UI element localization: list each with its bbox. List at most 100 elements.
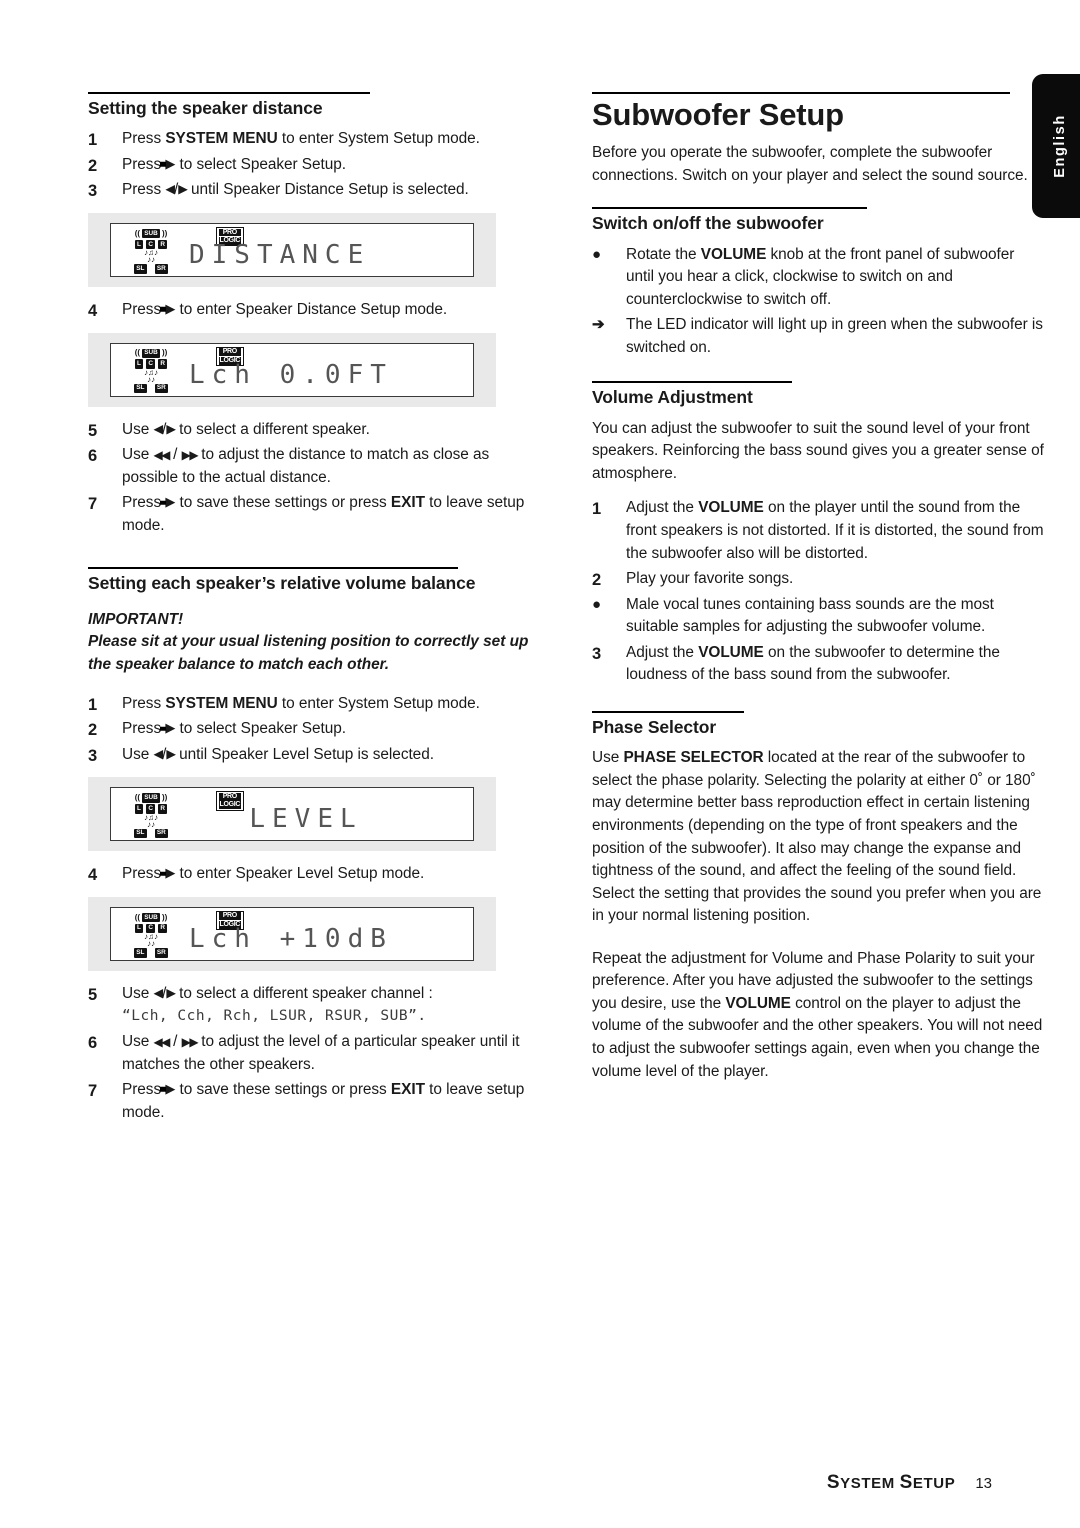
right-arrow-icon <box>178 182 187 196</box>
step-item: 5 Use / to select a different speaker ch… <box>88 983 540 1028</box>
step-item: 2 Press to select Speaker Setup. <box>88 154 540 177</box>
left-arrow-icon <box>165 182 174 196</box>
rewind-icon <box>153 446 168 463</box>
lcd-speaker-icons: (( SUB )) L C R ♪♫♪ ♪♪ SL SR <box>120 348 182 394</box>
play-right-icon <box>165 1078 175 1101</box>
arrow-item-text: The LED indicator will light up in green… <box>626 316 1043 356</box>
step-number: 3 <box>592 644 602 663</box>
sub-chip: SUB <box>142 793 160 803</box>
lcd-text-value: DISTANCE <box>189 240 371 271</box>
key-volume: VOLUME <box>698 499 764 517</box>
key-system-menu: SYSTEM MENU <box>165 130 278 148</box>
manual-page: Setting the speaker distance 1 Press SYS… <box>0 0 1080 1528</box>
step-item: 3 Press / until Speaker Distance Setup i… <box>88 179 540 202</box>
right-arrow-icon <box>166 986 175 1000</box>
l-chip: L <box>134 923 144 934</box>
phase-text-a: Use <box>592 749 624 767</box>
language-tab-english[interactable]: English <box>1032 74 1080 218</box>
surround-arcs-lower-icon: ♪♪ <box>147 255 155 265</box>
lcd-display-level: (( SUB )) L C R ♪♫♪ ♪♪ SL SR PRO LOGIC L… <box>88 777 496 852</box>
step-item: 4 Press to enter Speaker Distance Setup … <box>88 299 540 322</box>
page-number: 13 <box>975 1475 992 1492</box>
sub-left-paren-icon: (( <box>134 912 141 922</box>
rewind-icon <box>153 1033 168 1050</box>
left-arrow-icon <box>153 986 162 1000</box>
play-right-icon <box>165 298 175 321</box>
phase-text-b: located at the rear of the subwoofer to … <box>592 749 1042 925</box>
step-text-a: Play your favorite songs. <box>626 570 794 588</box>
step-text-a: Adjust the <box>626 643 699 661</box>
sl-chip: SL <box>134 264 147 274</box>
fast-forward-icon <box>182 1033 197 1050</box>
lcd-speaker-icons: (( SUB )) L C R ♪♫♪ ♪♪ SL SR <box>120 793 182 839</box>
sub-right-paren-icon: )) <box>161 912 168 922</box>
key-exit: EXIT <box>390 1081 425 1099</box>
step-item: 1 Adjust the VOLUME on the player until … <box>592 497 1044 565</box>
bullet-item: ● Rotate the VOLUME knob at the front pa… <box>592 244 1044 312</box>
heading-phase-selector: Phase Selector <box>592 716 717 737</box>
right-column: Subwoofer Setup Before you operate the s… <box>592 92 1044 1095</box>
step-number: 1 <box>88 695 98 714</box>
sub-left-paren-icon: (( <box>134 793 141 803</box>
heading-setting-relative-volume: Setting each speaker’s relative volume b… <box>88 573 476 594</box>
surround-arcs-lower-icon: ♪♪ <box>147 374 155 384</box>
key-volume: VOLUME <box>698 643 764 661</box>
bullet-item: ● Male vocal tunes containing bass sound… <box>592 594 1044 639</box>
step-number: 2 <box>88 156 98 175</box>
step-number: 1 <box>592 500 602 519</box>
arrow-item: ➔ The LED indicator will light up in gre… <box>592 314 1044 359</box>
step-item: 6 Use / to adjust the distance to match … <box>88 444 540 489</box>
step-item: 5 Use / to select a different speaker. <box>88 419 540 442</box>
sub-chip: SUB <box>142 229 160 239</box>
sr-chip: SR <box>154 948 168 958</box>
step-item: 3 Adjust the VOLUME on the subwoofer to … <box>592 642 1044 687</box>
title-rule <box>592 92 1010 94</box>
key-system-menu: SYSTEM MENU <box>165 694 278 712</box>
step-number: 7 <box>88 495 98 514</box>
fast-forward-icon <box>182 446 197 463</box>
intro-paragraph: Before you operate the subwoofer, comple… <box>592 144 1028 184</box>
left-arrow-icon <box>153 747 162 761</box>
lcd-display-lch-distance: (( SUB )) L C R ♪♫♪ ♪♪ SL SR PRO LOGIC L… <box>88 332 496 407</box>
sub-chip: SUB <box>142 912 160 923</box>
right-arrow-icon <box>166 422 175 436</box>
step-item: 7 Press to save these settings or press … <box>88 492 540 537</box>
lcd-text-value: Lch 0.0FT <box>189 359 393 390</box>
play-right-icon <box>165 717 175 740</box>
step-number: 1 <box>88 131 98 150</box>
right-arrow-icon <box>166 747 175 761</box>
important-label: IMPORTANT! <box>88 610 184 628</box>
step-item: 4 Press to enter Speaker Level Setup mod… <box>88 863 540 886</box>
play-right-icon <box>165 153 175 176</box>
lcd-display-lch-level: (( SUB )) L C R ♪♫♪ ♪♪ SL SR PRO LOGIC L… <box>88 896 496 971</box>
step-number: 5 <box>88 421 98 440</box>
surround-arcs-lower-icon: ♪♪ <box>147 819 155 829</box>
step-number: 7 <box>88 1082 98 1101</box>
left-column: Setting the speaker distance 1 Press SYS… <box>88 92 540 1127</box>
lcd-text-value: Lch +10dB <box>189 923 393 954</box>
language-tab-label: English <box>1052 114 1068 178</box>
heading-rule <box>592 207 867 210</box>
volume-body: You can adjust the subwoofer to suit the… <box>592 419 1044 482</box>
sub-left-paren-icon: (( <box>134 228 141 238</box>
step-number: 6 <box>88 447 98 466</box>
section-switch-subwoofer: Switch on/off the subwoofer ● Rotate the… <box>592 207 1044 359</box>
r-chip: R <box>158 923 168 934</box>
left-arrow-icon <box>153 422 162 436</box>
sr-chip: SR <box>154 264 168 274</box>
sub-right-paren-icon: )) <box>161 348 168 358</box>
page-footer: SYSTEM SETUP 13 <box>827 1472 992 1494</box>
channel-list: “Lch, Cch, Rch, LSUR, RSUR, SUB”. <box>122 1008 427 1025</box>
phase-paragraph-2: Repeat the adjustment for Volume and Pha… <box>592 948 1044 1083</box>
section-relative-volume-balance: Setting each speaker’s relative volume b… <box>88 567 540 1124</box>
step-number: 6 <box>88 1034 98 1053</box>
step-number: 3 <box>88 746 98 765</box>
l-chip: L <box>134 239 144 250</box>
step-item: 3 Use / until Speaker Level Setup is sel… <box>88 744 540 767</box>
sr-chip: SR <box>154 828 168 839</box>
heading-rule <box>88 567 458 570</box>
lcd-display-distance: (( SUB )) L C R ♪♫♪ ♪♪ SL SR PRO LOGIC D… <box>88 213 496 288</box>
heading-rule <box>88 92 370 94</box>
step-item: 6 Use / to adjust the level of a particu… <box>88 1031 540 1076</box>
heading-rule <box>592 710 744 713</box>
